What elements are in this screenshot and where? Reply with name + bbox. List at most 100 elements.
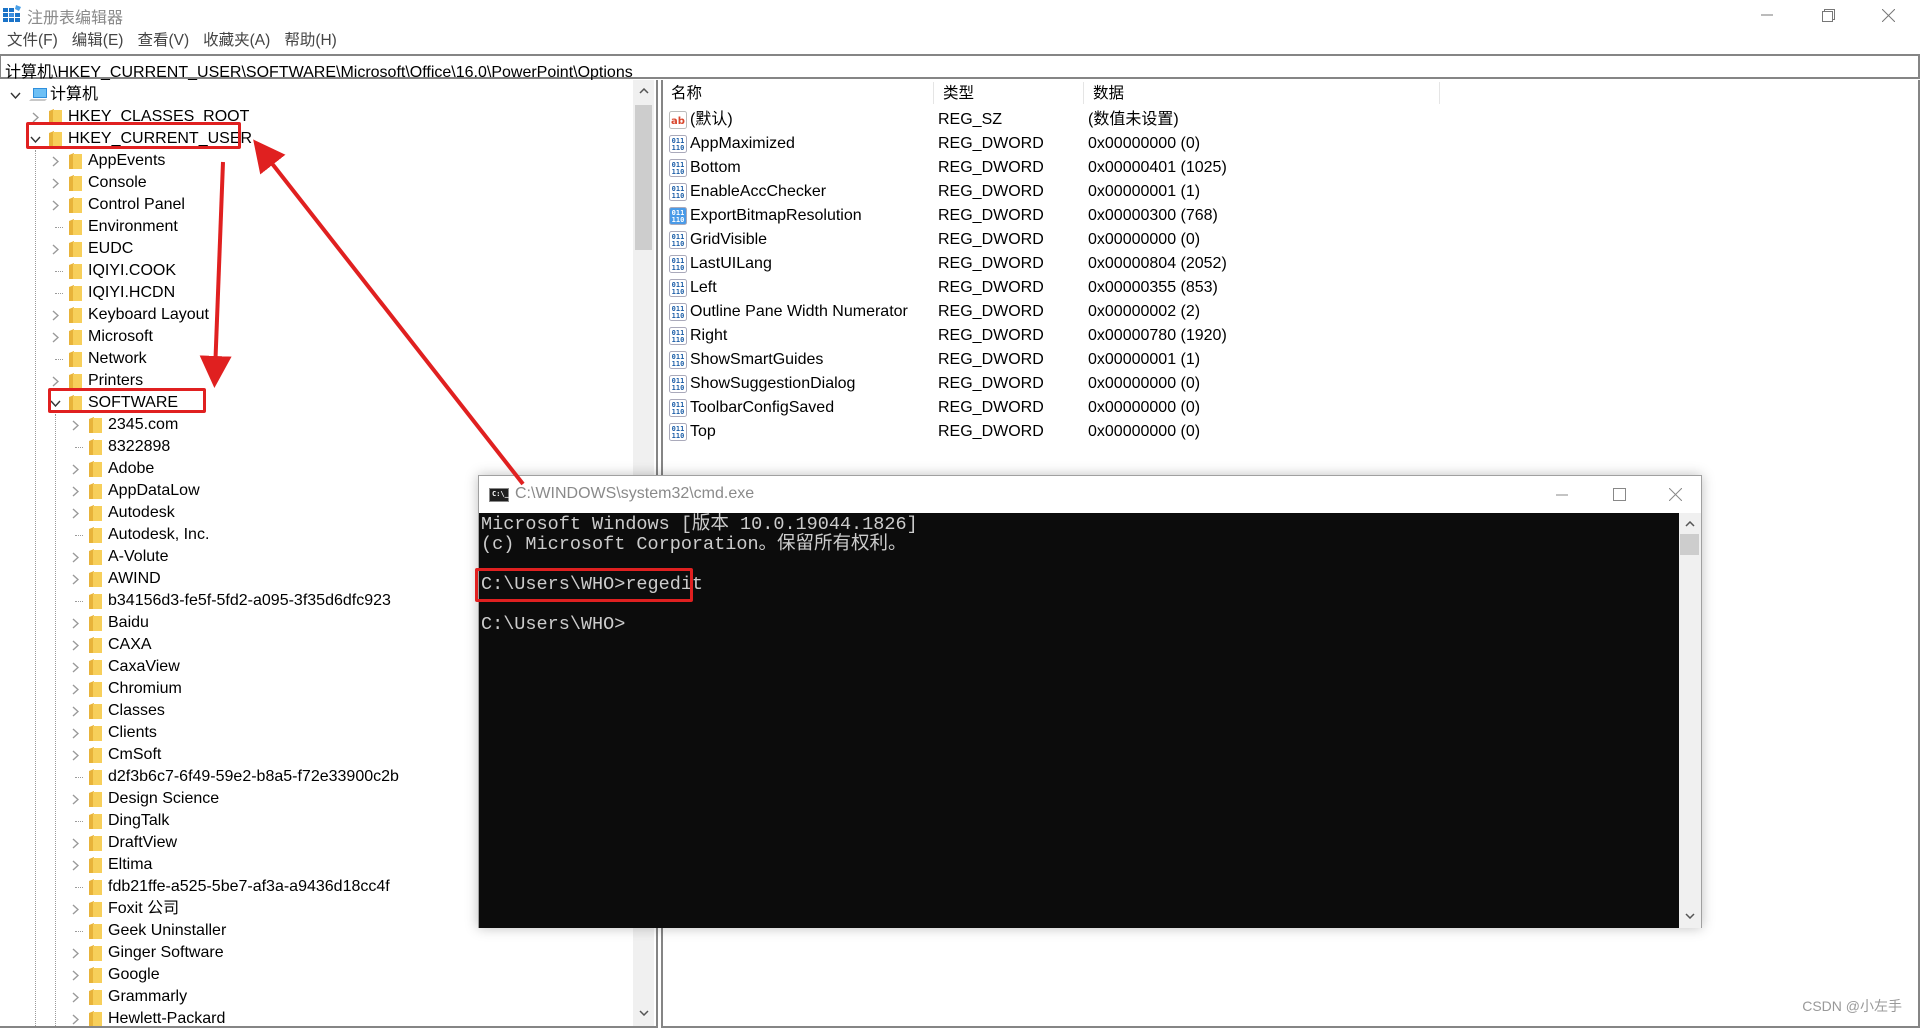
value-name: Outline Pane Width Numerator <box>690 303 908 320</box>
value-row[interactable]: 011 110 Top REG_DWORD 0x00000000 (0) <box>663 420 1903 444</box>
expand-toggle[interactable] <box>68 835 82 851</box>
expand-toggle[interactable] <box>68 659 82 675</box>
tree-item[interactable]: Ginger Software <box>0 942 630 964</box>
expand-toggle[interactable] <box>68 989 82 1005</box>
tree-item[interactable]: Google <box>0 964 630 986</box>
restore-button[interactable] <box>1800 0 1856 30</box>
expand-toggle[interactable] <box>68 967 82 983</box>
tree-item[interactable]: Environment <box>0 216 630 238</box>
value-row[interactable]: 011 110 AppMaximized REG_DWORD 0x00000000 (0… <box>663 132 1903 156</box>
expand-toggle[interactable] <box>68 615 82 631</box>
tree-item[interactable]: 计算机 <box>0 84 630 106</box>
value-row[interactable]: 011 110 ShowSmartGuides REG_DWORD 0x00000001… <box>663 348 1903 372</box>
tree-connector <box>68 879 82 895</box>
expand-toggle[interactable] <box>48 153 62 169</box>
folder-icon <box>88 702 102 720</box>
value-row[interactable]: 011 110 GridVisible REG_DWORD 0x00000000 (0) <box>663 228 1903 252</box>
expand-toggle[interactable] <box>68 791 82 807</box>
minimize-button[interactable] <box>1739 0 1795 30</box>
column-header-data[interactable]: 数据 <box>1085 80 1439 107</box>
column-separator[interactable] <box>1439 82 1440 104</box>
cmd-maximize-button[interactable] <box>1590 476 1648 513</box>
expand-toggle[interactable] <box>68 505 82 521</box>
expand-toggle[interactable] <box>68 417 82 433</box>
tree-item[interactable]: AppEvents <box>0 150 630 172</box>
chevron-right-icon <box>72 749 79 761</box>
scroll-up-button[interactable] <box>1679 513 1701 535</box>
scroll-up-button[interactable] <box>633 80 654 102</box>
expand-toggle[interactable] <box>68 461 82 477</box>
expand-toggle[interactable] <box>68 483 82 499</box>
cmd-minimize-button[interactable] <box>1533 476 1591 513</box>
tree-item[interactable]: IQIYI.COOK <box>0 260 630 282</box>
tree-scrollbar-thumb[interactable] <box>635 105 652 250</box>
value-row[interactable]: 011 110 ToolbarConfigSaved REG_DWORD 0x00000… <box>663 396 1903 420</box>
tree-item[interactable]: 2345.com <box>0 414 630 436</box>
cmd-title-bar[interactable]: C:\_ C:\WINDOWS\system32\cmd.exe <box>479 476 1701 513</box>
expand-toggle[interactable] <box>68 681 82 697</box>
collapse-toggle[interactable] <box>8 87 22 103</box>
tree-item[interactable]: Control Panel <box>0 194 630 216</box>
expand-toggle[interactable] <box>68 945 82 961</box>
menu-help[interactable]: 帮助(H) <box>277 30 344 52</box>
cmd-scrollbar[interactable] <box>1679 513 1701 928</box>
console-prompt[interactable]: C:\Users\WHO> <box>481 615 625 635</box>
tree-item[interactable]: 8322898 <box>0 436 630 458</box>
address-bar[interactable]: 计算机\HKEY_CURRENT_USER\SOFTWARE\Microsoft… <box>0 54 1920 82</box>
chevron-right-icon <box>72 639 79 651</box>
cmd-scrollbar-thumb[interactable] <box>1680 534 1699 555</box>
expand-toggle[interactable] <box>68 901 82 917</box>
value-row[interactable]: 011 110 Outline Pane Width Numerator REG_DW… <box>663 300 1903 324</box>
svg-text:110: 110 <box>672 144 685 152</box>
column-header-type[interactable]: 类型 <box>935 80 1083 107</box>
expand-toggle[interactable] <box>48 197 62 213</box>
expand-toggle[interactable] <box>48 241 62 257</box>
value-row[interactable]: 011 110 Right REG_DWORD 0x00000780 (1920) <box>663 324 1903 348</box>
expand-toggle[interactable] <box>48 329 62 345</box>
chevron-right-icon <box>52 177 59 189</box>
expand-toggle[interactable] <box>68 725 82 741</box>
expand-toggle[interactable] <box>68 703 82 719</box>
tree-item[interactable]: Network <box>0 348 630 370</box>
tree-item[interactable]: Hewlett-Packard <box>0 1008 630 1026</box>
tree-item[interactable]: EUDC <box>0 238 630 260</box>
expand-toggle[interactable] <box>68 747 82 763</box>
cmd-window[interactable]: C:\_ C:\WINDOWS\system32\cmd.exe Microso… <box>478 475 1702 928</box>
close-button[interactable] <box>1860 0 1916 30</box>
expand-toggle[interactable] <box>68 857 82 873</box>
tree-item[interactable]: Keyboard Layout <box>0 304 630 326</box>
cmd-close-button[interactable] <box>1646 476 1704 513</box>
column-header-name[interactable]: 名称 <box>663 80 933 107</box>
column-separator[interactable] <box>933 82 934 104</box>
address-path[interactable]: 计算机\HKEY_CURRENT_USER\SOFTWARE\Microsoft… <box>5 58 633 82</box>
expand-toggle[interactable] <box>68 637 82 653</box>
expand-toggle[interactable] <box>68 549 82 565</box>
value-row[interactable]: 011 110 ShowSuggestionDialog REG_DWORD 0x000… <box>663 372 1903 396</box>
expand-toggle[interactable] <box>68 571 82 587</box>
menu-view[interactable]: 查看(V) <box>130 30 196 52</box>
menu-file[interactable]: 文件(F) <box>0 30 65 52</box>
value-row[interactable]: 011 110 Left REG_DWORD 0x00000355 (853) <box>663 276 1903 300</box>
tree-item[interactable]: Microsoft <box>0 326 630 348</box>
tree-item[interactable]: IQIYI.HCDN <box>0 282 630 304</box>
expand-toggle[interactable] <box>48 175 62 191</box>
column-separator[interactable] <box>1083 82 1084 104</box>
menu-edit[interactable]: 编辑(E) <box>65 30 131 52</box>
value-name: LastUILang <box>690 255 772 272</box>
tree-item-label: b34156d3-fe5f-5fd2-a095-3f35d6dfc923 <box>108 592 391 609</box>
value-row[interactable]: 011 110 EnableAccChecker REG_DWORD 0x0000000… <box>663 180 1903 204</box>
value-row[interactable]: ab (默认) REG_SZ (数值未设置) <box>663 108 1903 132</box>
value-type: REG_SZ <box>938 111 1003 128</box>
value-row[interactable]: 011 110 Bottom REG_DWORD 0x00000401 (1025) <box>663 156 1903 180</box>
scroll-down-button[interactable] <box>1679 905 1701 927</box>
tree-item[interactable]: Grammarly <box>0 986 630 1008</box>
expand-toggle[interactable] <box>68 1011 82 1026</box>
menu-favorites[interactable]: 收藏夹(A) <box>196 30 277 52</box>
value-row[interactable]: 011 110 LastUILang REG_DWORD 0x00000804 (205… <box>663 252 1903 276</box>
expand-toggle[interactable] <box>48 307 62 323</box>
scroll-down-button[interactable] <box>633 1002 654 1024</box>
tree-item[interactable]: Console <box>0 172 630 194</box>
expand-toggle[interactable] <box>48 373 62 389</box>
value-name: ExportBitmapResolution <box>690 207 862 224</box>
value-row[interactable]: 011 110 ExportBitmapResolution REG_DWORD 0x0… <box>663 204 1903 228</box>
